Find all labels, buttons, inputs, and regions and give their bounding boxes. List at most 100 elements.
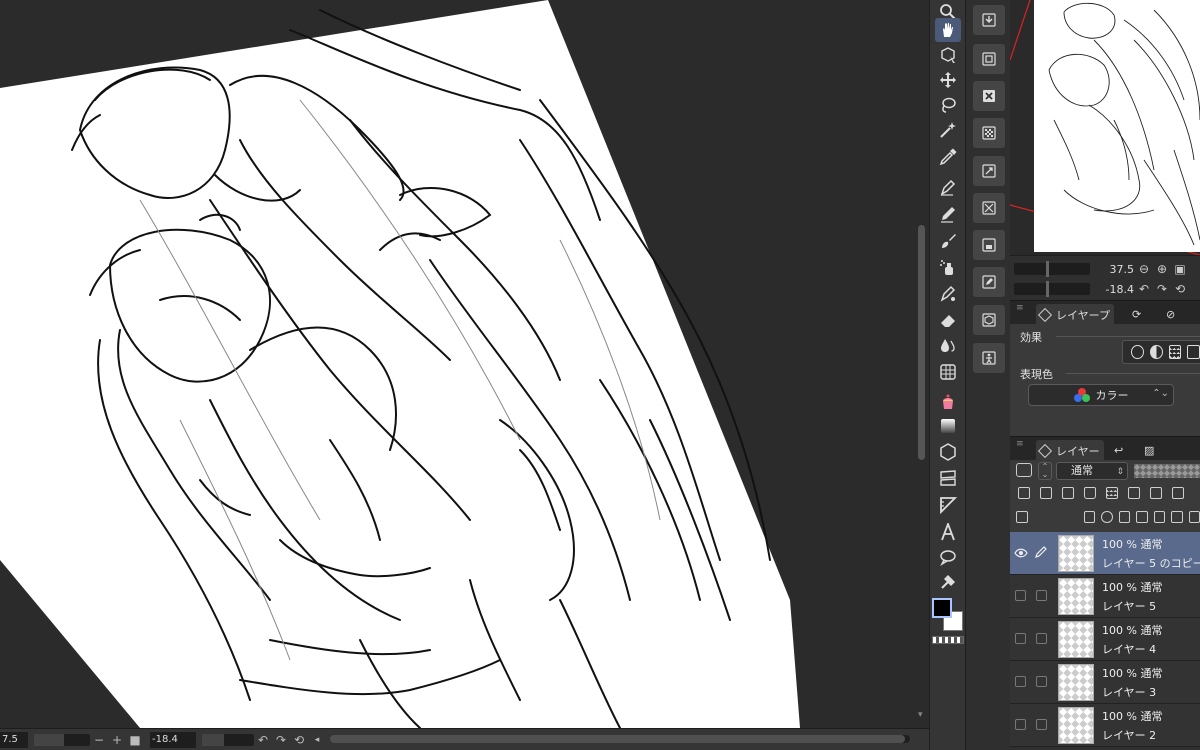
tab-auto-action[interactable]: ⊘ [1162, 304, 1179, 325]
canvas-area[interactable] [0, 0, 915, 728]
delete-icon[interactable] [973, 81, 1005, 111]
tab-layer-property[interactable]: レイヤープ [1036, 304, 1115, 325]
fill-icon[interactable] [935, 390, 961, 414]
hand-icon[interactable] [935, 18, 961, 42]
transparent-color-swatch[interactable] [932, 636, 964, 644]
zoom-in-circle-icon[interactable]: ⊕ [1154, 262, 1170, 276]
layer-window-icon[interactable] [973, 230, 1005, 260]
layer-row[interactable]: 100 % 通常 レイヤー 4 [1010, 618, 1200, 661]
rotate-right-icon[interactable]: ↷ [272, 733, 290, 747]
move-icon[interactable] [935, 68, 961, 92]
3d-object-icon[interactable] [973, 305, 1005, 335]
palette-color-icon[interactable] [1172, 487, 1184, 499]
gradient-icon[interactable] [935, 414, 961, 438]
new-raster-layer-icon[interactable] [1083, 511, 1095, 523]
zoom-slider[interactable] [34, 733, 90, 746]
layer-row[interactable]: 100 % 通常 レイヤー 2 [1010, 704, 1200, 747]
tab-history[interactable]: ⟳ [1128, 304, 1145, 325]
panel-grip-icon[interactable]: ≡ [1016, 304, 1024, 317]
drawing-canvas[interactable] [0, 0, 915, 728]
eyedropper-icon[interactable] [935, 145, 961, 169]
lock-checkbox[interactable] [1036, 633, 1047, 644]
layer-row[interactable]: 100 % 通常 レイヤー 3 [1010, 661, 1200, 704]
scale-icon[interactable] [973, 193, 1005, 223]
panel-grip-icon[interactable]: ≡ [1016, 440, 1024, 453]
reset-rotation-icon[interactable]: ⟲ [1172, 282, 1188, 296]
figure-icon[interactable] [935, 440, 961, 464]
tab-material[interactable]: ▨ [1140, 440, 1158, 461]
layer-row[interactable]: 100 % 通常 レイヤー 5 [1010, 575, 1200, 618]
rotation-readout[interactable]: -18.4 [150, 731, 196, 748]
rotate-left-icon[interactable]: ↶ [1136, 282, 1152, 296]
main-color-swatch[interactable] [932, 598, 952, 618]
lock-checkbox[interactable] [1036, 719, 1047, 730]
chevron-updown-icon[interactable]: ⌃ ⌄ [1038, 462, 1052, 480]
correction-icon[interactable] [935, 570, 961, 594]
blend-icon[interactable] [935, 333, 961, 357]
import-icon[interactable] [973, 5, 1005, 35]
pen-icon[interactable] [935, 175, 961, 199]
visibility-checkbox[interactable] [1015, 676, 1026, 687]
zoom-out-circle-icon[interactable]: ⊖ [1136, 262, 1152, 276]
transform-icon[interactable] [973, 156, 1005, 186]
draft-icon[interactable] [1062, 487, 1074, 499]
navigator-zoom-slider[interactable] [1014, 261, 1090, 277]
navigator-rotation-slider[interactable] [1014, 281, 1090, 297]
square-icon[interactable]: ■ [126, 733, 144, 747]
figure-pose-icon[interactable] [973, 343, 1005, 373]
border-effect-icon[interactable] [1131, 345, 1144, 359]
visibility-checkbox[interactable] [1015, 719, 1026, 730]
layer-name[interactable]: レイヤー 5 [1102, 598, 1156, 614]
object-select-icon[interactable] [935, 43, 961, 67]
navigator-rotation-value[interactable]: -18.4 [1094, 283, 1134, 296]
lock-transparency-icon[interactable] [1106, 487, 1118, 499]
mask-enable-icon[interactable] [1128, 487, 1140, 499]
brush-icon[interactable] [935, 229, 961, 253]
transfer-down-icon[interactable] [1136, 511, 1148, 523]
delete-layer-icon[interactable] [1188, 511, 1200, 523]
new-folder-icon[interactable] [1118, 511, 1130, 523]
lock-checkbox[interactable] [1036, 590, 1047, 601]
merge-down-icon[interactable] [1153, 511, 1165, 523]
save-icon[interactable] [973, 44, 1005, 74]
frame-icon[interactable] [935, 466, 961, 490]
layer-color-icon[interactable] [1016, 463, 1032, 477]
magic-wand-icon[interactable] [935, 118, 961, 142]
ruler-icon[interactable] [935, 493, 961, 517]
navigator-zoom-value[interactable]: 37.5 [1094, 263, 1135, 276]
mesh-effect-icon[interactable] [1168, 345, 1182, 359]
layer-menu-icon[interactable] [1016, 511, 1028, 523]
duplicate-layer-icon[interactable] [1171, 511, 1183, 523]
fit-view-icon[interactable]: ▣ [1172, 262, 1188, 276]
layer-name[interactable]: レイヤー 4 [1102, 641, 1156, 657]
tab-undo-history[interactable]: ↩ [1110, 440, 1127, 461]
reset-rotation-icon[interactable]: ⟲ [290, 733, 308, 747]
edit-icon[interactable] [973, 267, 1005, 297]
layer-row[interactable]: 100 % 通常 レイヤー 5 のコピー [1010, 532, 1200, 575]
color-effect-icon[interactable] [1187, 345, 1200, 359]
lock-icon[interactable] [1084, 487, 1096, 499]
horizontal-scroll-thumb[interactable] [330, 735, 905, 743]
zoom-in-icon[interactable]: + [108, 733, 126, 747]
eraser-icon[interactable] [935, 308, 961, 332]
scroll-end-icon[interactable]: ▾ [918, 710, 926, 720]
eye-icon[interactable] [1014, 546, 1028, 560]
zoom-out-icon[interactable]: − [90, 733, 108, 747]
lock-checkbox[interactable] [1036, 676, 1047, 687]
balloon-icon[interactable] [935, 545, 961, 569]
layer-name[interactable]: レイヤー 5 のコピー [1102, 555, 1200, 571]
perspective-grid-icon[interactable] [935, 360, 961, 384]
navigator-thumbnail[interactable] [1034, 0, 1200, 252]
tone-effect-icon[interactable] [1149, 345, 1163, 359]
vertical-scroll-thumb[interactable] [918, 225, 925, 460]
airbrush-icon[interactable] [935, 255, 961, 279]
ruler-show-icon[interactable] [1150, 487, 1162, 499]
text-icon[interactable] [935, 520, 961, 544]
rotate-left-icon[interactable]: ↶ [254, 733, 272, 747]
visibility-checkbox[interactable] [1015, 590, 1026, 601]
reference-icon[interactable] [1040, 487, 1052, 499]
layer-name[interactable]: レイヤー 3 [1102, 684, 1156, 700]
clip-icon[interactable] [1018, 487, 1030, 499]
blend-mode-select[interactable]: 通常 ⇕ [1056, 462, 1128, 480]
decoration-icon[interactable] [935, 282, 961, 306]
